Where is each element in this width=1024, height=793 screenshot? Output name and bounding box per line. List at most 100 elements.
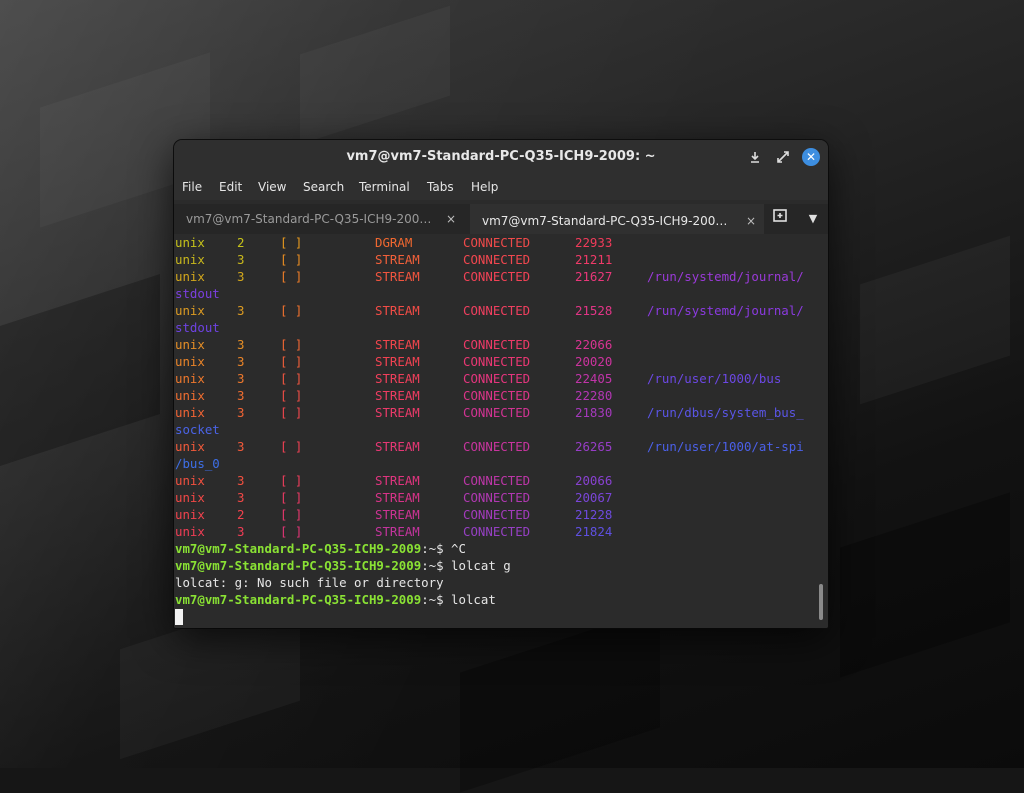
new-tab-icon[interactable] bbox=[766, 204, 796, 234]
tab-label: vm7@vm7-Standard-PC-Q35-ICH9-200… bbox=[186, 212, 432, 226]
state-cell: CONNECTED bbox=[463, 303, 531, 318]
proto-cell: unix bbox=[175, 252, 205, 267]
prompt-path: :~$ bbox=[421, 558, 444, 573]
inode-cell: 22066 bbox=[575, 337, 613, 352]
path-continuation: socket bbox=[175, 422, 220, 437]
menu-view[interactable]: View bbox=[258, 180, 286, 194]
flags-cell: [ ] bbox=[280, 490, 303, 505]
tab-close-icon[interactable]: × bbox=[746, 206, 756, 236]
refcnt-cell: 3 bbox=[237, 524, 245, 539]
inode-cell: 20067 bbox=[575, 490, 613, 505]
state-cell: CONNECTED bbox=[463, 490, 531, 505]
inode-cell: 26265 bbox=[575, 439, 613, 454]
type-cell: STREAM bbox=[375, 371, 420, 386]
state-cell: CONNECTED bbox=[463, 252, 531, 267]
flags-cell: [ ] bbox=[280, 405, 303, 420]
path-cell: /run/dbus/system_bus_ bbox=[647, 405, 804, 420]
menu-search[interactable]: Search bbox=[303, 180, 344, 194]
tab-close-icon[interactable]: × bbox=[446, 204, 456, 234]
minimize-icon[interactable] bbox=[746, 148, 764, 166]
flags-cell: [ ] bbox=[280, 371, 303, 386]
prompt-path: :~$ bbox=[421, 592, 444, 607]
menu-terminal[interactable]: Terminal bbox=[359, 180, 410, 194]
flags-cell: [ ] bbox=[280, 337, 303, 352]
inode-cell: 22280 bbox=[575, 388, 613, 403]
tab-2[interactable]: vm7@vm7-Standard-PC-Q35-ICH9-200… × bbox=[470, 204, 764, 234]
type-cell: STREAM bbox=[375, 507, 420, 522]
prompt-line: vm7@vm7-Standard-PC-Q35-ICH9-2009:~$ lol… bbox=[175, 557, 511, 574]
error-text: lolcat: g: No such file or directory bbox=[175, 575, 444, 590]
terminal-screen[interactable]: unix 2 [ ] DGRAM CONNECTED 22933 unix 3 [ ] STREA… bbox=[174, 234, 828, 628]
command-text: lolcat bbox=[443, 592, 496, 607]
path-continuation: stdout bbox=[175, 320, 220, 335]
command-text: lolcat g bbox=[443, 558, 511, 573]
prompt-user-host: vm7@vm7-Standard-PC-Q35-ICH9-2009 bbox=[175, 541, 422, 556]
proto-cell: unix bbox=[175, 388, 205, 403]
window-title: vm7@vm7-Standard-PC-Q35-ICH9-2009: ~ bbox=[346, 149, 656, 164]
path-cell: /run/systemd/journal/ bbox=[647, 303, 804, 318]
refcnt-cell: 2 bbox=[237, 235, 245, 250]
refcnt-cell: 3 bbox=[237, 388, 245, 403]
prompt-line: vm7@vm7-Standard-PC-Q35-ICH9-2009:~$ lol… bbox=[175, 591, 496, 608]
prompt-user-host: vm7@vm7-Standard-PC-Q35-ICH9-2009 bbox=[175, 592, 422, 607]
type-cell: DGRAM bbox=[375, 235, 413, 250]
state-cell: CONNECTED bbox=[463, 388, 531, 403]
chevron-down-icon[interactable]: ▼ bbox=[798, 204, 828, 234]
inode-cell: 20066 bbox=[575, 473, 613, 488]
close-icon[interactable]: ✕ bbox=[802, 148, 820, 166]
flags-cell: [ ] bbox=[280, 269, 303, 284]
refcnt-cell: 3 bbox=[237, 439, 245, 454]
inode-cell: 21228 bbox=[575, 507, 613, 522]
state-cell: CONNECTED bbox=[463, 371, 531, 386]
inode-cell: 21211 bbox=[575, 252, 613, 267]
state-cell: CONNECTED bbox=[463, 354, 531, 369]
proto-cell: unix bbox=[175, 354, 205, 369]
prompt-line: vm7@vm7-Standard-PC-Q35-ICH9-2009:~$ ^C bbox=[175, 540, 466, 557]
menu-edit[interactable]: Edit bbox=[219, 180, 242, 194]
refcnt-cell: 3 bbox=[237, 337, 245, 352]
inode-cell: 20020 bbox=[575, 354, 613, 369]
menu-help[interactable]: Help bbox=[471, 180, 498, 194]
path-continuation: /bus_0 bbox=[175, 456, 220, 471]
type-cell: STREAM bbox=[375, 269, 420, 284]
type-cell: STREAM bbox=[375, 252, 420, 267]
tab-bar: vm7@vm7-Standard-PC-Q35-ICH9-200… × vm7@… bbox=[174, 204, 828, 234]
proto-cell: unix bbox=[175, 439, 205, 454]
text-cursor bbox=[175, 609, 183, 625]
menu-bar: File Edit View Search Terminal Tabs Help bbox=[174, 174, 828, 200]
type-cell: STREAM bbox=[375, 490, 420, 505]
type-cell: STREAM bbox=[375, 473, 420, 488]
refcnt-cell: 3 bbox=[237, 354, 245, 369]
flags-cell: [ ] bbox=[280, 507, 303, 522]
flags-cell: [ ] bbox=[280, 252, 303, 267]
terminal-window: vm7@vm7-Standard-PC-Q35-ICH9-2009: ~ ✕ F… bbox=[174, 140, 828, 628]
state-cell: CONNECTED bbox=[463, 235, 531, 250]
tab-label: vm7@vm7-Standard-PC-Q35-ICH9-200… bbox=[482, 214, 728, 228]
path-cell: /run/user/1000/bus bbox=[647, 371, 782, 386]
state-cell: CONNECTED bbox=[463, 507, 531, 522]
scrollbar[interactable] bbox=[819, 584, 823, 620]
state-cell: CONNECTED bbox=[463, 337, 531, 352]
flags-cell: [ ] bbox=[280, 354, 303, 369]
refcnt-cell: 3 bbox=[237, 303, 245, 318]
flags-cell: [ ] bbox=[280, 524, 303, 539]
proto-cell: unix bbox=[175, 507, 205, 522]
inode-cell: 22933 bbox=[575, 235, 613, 250]
inode-cell: 21627 bbox=[575, 269, 613, 284]
flags-cell: [ ] bbox=[280, 473, 303, 488]
refcnt-cell: 3 bbox=[237, 371, 245, 386]
menu-tabs[interactable]: Tabs bbox=[427, 180, 454, 194]
maximize-icon[interactable] bbox=[774, 148, 792, 166]
state-cell: CONNECTED bbox=[463, 439, 531, 454]
proto-cell: unix bbox=[175, 337, 205, 352]
tab-1[interactable]: vm7@vm7-Standard-PC-Q35-ICH9-200… × bbox=[174, 204, 464, 234]
prompt-user-host: vm7@vm7-Standard-PC-Q35-ICH9-2009 bbox=[175, 558, 422, 573]
flags-cell: [ ] bbox=[280, 303, 303, 318]
state-cell: CONNECTED bbox=[463, 405, 531, 420]
menu-file[interactable]: File bbox=[182, 180, 202, 194]
window-titlebar[interactable]: vm7@vm7-Standard-PC-Q35-ICH9-2009: ~ ✕ bbox=[174, 140, 828, 174]
path-cell: /run/systemd/journal/ bbox=[647, 269, 804, 284]
state-cell: CONNECTED bbox=[463, 473, 531, 488]
path-continuation: stdout bbox=[175, 286, 220, 301]
state-cell: CONNECTED bbox=[463, 269, 531, 284]
